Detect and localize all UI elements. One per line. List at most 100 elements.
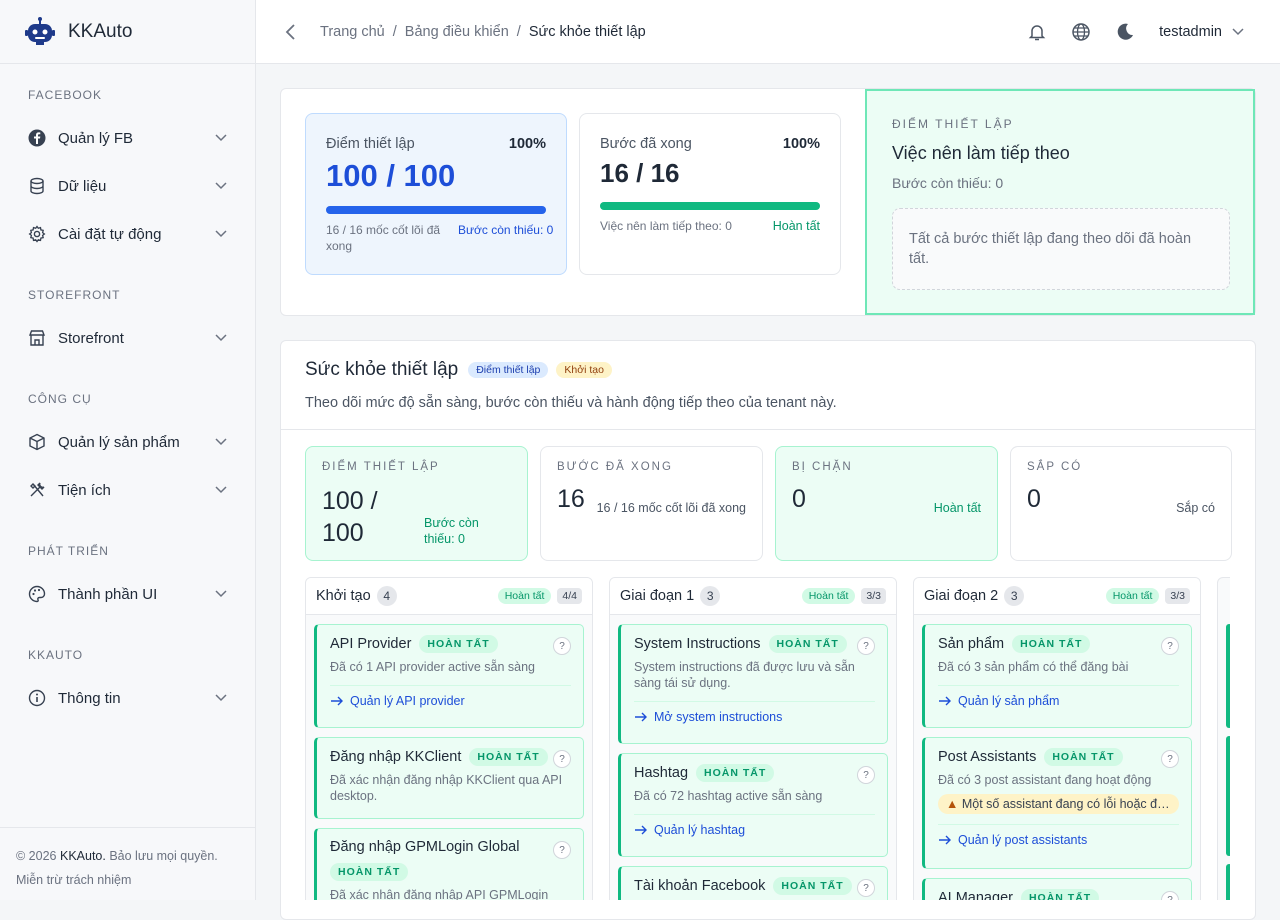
stat-value: 16 <box>557 485 585 513</box>
sidebar-item[interactable]: Tiện ích <box>0 466 255 514</box>
task-title: Hashtag <box>634 765 689 781</box>
next-eyebrow: ĐIỂM THIẾT LẬP <box>892 117 1014 131</box>
task-title: API Provider <box>330 636 412 652</box>
globe-icon[interactable] <box>1071 22 1091 42</box>
next-empty-state: Tất cả bước thiết lập đang theo dõi đã h… <box>892 208 1230 290</box>
score-tile: Điểm thiết lập 100% 100 / 100 16 / 16 mố… <box>305 113 567 275</box>
bell-icon[interactable] <box>1027 22 1047 42</box>
task-title: Đăng nhập KKClient <box>330 749 462 765</box>
chevron-down-icon <box>215 230 227 238</box>
help-icon[interactable]: ? <box>1161 750 1179 768</box>
task-action-link[interactable]: Quản lý API provider <box>330 694 571 708</box>
task-card[interactable]: Tài khoản Facebook HOÀN TẤT? <box>618 866 888 900</box>
task-action-link[interactable]: Quản lý post assistants <box>938 833 1179 847</box>
stat-side: Bước còn thiếu: 0 <box>424 516 479 546</box>
moon-icon[interactable] <box>1115 22 1135 42</box>
breadcrumb-dashboard[interactable]: Bảng điều khiển <box>405 24 509 40</box>
steps-label: Bước đã xong <box>600 136 692 152</box>
topbar: Trang chủ / Bảng điều khiển / Sức khỏe thi… <box>256 0 1280 64</box>
score-value: 100 / 100 <box>326 158 456 193</box>
task-action-link[interactable]: Quản lý hashtag <box>634 823 875 837</box>
task-action-link[interactable]: Quản lý sản phẩm <box>938 694 1179 708</box>
sidebar-item[interactable]: Thành phần UI <box>0 570 255 618</box>
stage-header: Khởi tạo 4 Hoàn tất 4/4 <box>306 578 592 615</box>
arrow-right-icon <box>939 696 951 706</box>
footer-brand: KKAuto. <box>59 849 106 863</box>
kanban-board: Khởi tạo 4 Hoàn tất 4/4 API Provider HOÀN TẤT… <box>281 577 1230 900</box>
tools-icon <box>28 481 46 499</box>
chevron-down-icon <box>215 134 227 142</box>
sidebar-item[interactable]: Quản lý sản phẩm <box>0 418 255 466</box>
task-status-tag: HOÀN TẤT <box>419 635 498 653</box>
arrow-right-icon <box>635 712 647 722</box>
chevron-down-icon <box>215 182 227 190</box>
chevron-down-icon <box>215 590 227 598</box>
box-icon <box>28 433 46 451</box>
stage-count: 4 <box>376 586 397 606</box>
stat-label: ĐIỂM THIẾT LẬP <box>322 461 440 473</box>
task-card[interactable]: Đăng nhập KKClient HOÀN TẤT Đã xác nhận đă… <box>314 737 584 819</box>
gear-icon <box>28 225 46 243</box>
disclaimer-link[interactable]: Miễn trừ trách nhiệm <box>16 868 239 892</box>
help-icon[interactable]: ? <box>857 637 875 655</box>
task-card[interactable]: AI Manager HOÀN TẤT? <box>922 878 1192 900</box>
app-name: KKAuto <box>68 20 133 42</box>
help-icon[interactable]: ? <box>553 750 571 768</box>
task-card[interactable]: Sản phẩm HOÀN TẤT Đã có 3 sản phẩm có thể … <box>922 624 1192 728</box>
task-status-tag: HOÀN TẤT <box>330 863 409 881</box>
chevron-down-icon <box>215 438 227 446</box>
sidebar-item[interactable]: Dữ liệu <box>0 162 255 210</box>
task-card[interactable]: API Provider HOÀN TẤT Đã có 1 API provider… <box>314 624 584 728</box>
task-description: Đã xác nhận đăng nhập API GPMLogin <box>330 888 549 900</box>
score-percent: 100% <box>508 136 546 152</box>
sidebar-item-label: Thông tin <box>58 689 121 707</box>
help-icon[interactable]: ? <box>1161 637 1179 655</box>
task-card[interactable]: Đăng nhập GPMLogin Global HOÀN TẤT Đã xác … <box>314 828 584 900</box>
help-icon[interactable]: ? <box>553 841 571 859</box>
task-warning: ▲ Một số assistant đang có lỗi hoặc đang… <box>938 794 1179 814</box>
task-card[interactable]: System Instructions HOÀN TẤT System instru… <box>618 624 888 744</box>
sidebar-item-label: Thành phần UI <box>58 585 158 603</box>
chevron-down-icon <box>215 486 227 494</box>
breadcrumb-home[interactable]: Trang chủ <box>320 24 385 40</box>
help-icon[interactable]: ? <box>857 766 875 784</box>
user-menu[interactable]: testadmin <box>1159 24 1244 40</box>
back-icon[interactable] <box>284 23 296 41</box>
breadcrumb: Trang chủ / Bảng điều khiển / Sức khỏe thi… <box>320 23 646 40</box>
stat-label: BỊ CHẶN <box>792 461 853 473</box>
task-description: Đã có 1 API provider active sẵn sàng <box>330 660 535 674</box>
sidebar-item[interactable]: Cài đặt tự động <box>0 210 255 258</box>
app-logo[interactable]: KKAuto <box>0 0 255 64</box>
rights-text: Bảo lưu mọi quyền. <box>109 849 218 863</box>
arrow-right-icon <box>635 825 647 835</box>
chevron-down-icon <box>215 694 227 702</box>
task-card[interactable]: Hashtag HOÀN TẤT Đã có 72 hashtag active s… <box>618 753 888 857</box>
arrow-right-icon <box>939 835 951 845</box>
stage-column: Khởi tạo 4 Hoàn tất 4/4 API Provider HOÀN TẤT… <box>305 577 593 900</box>
score-label: Điểm thiết lập <box>326 136 415 152</box>
chevron-down-icon <box>1232 27 1244 35</box>
sidebar-item[interactable]: Quản lý FB <box>0 114 255 162</box>
stage-title: Khởi tạo <box>316 588 371 604</box>
score-note: 16 / 16 mốc cốt lõi đã xong <box>326 223 441 253</box>
task-title: Sản phẩm <box>938 636 1005 652</box>
chevron-down-icon <box>215 334 227 342</box>
sidebar-item[interactable]: Thông tin <box>0 674 255 722</box>
sidebar-item[interactable]: Storefront <box>0 314 255 362</box>
copyright: © 2026 <box>16 849 57 863</box>
task-status-tag: HOÀN TẤT <box>768 635 847 653</box>
stage-status: Hoàn tất <box>497 588 552 604</box>
task-action-link[interactable]: Mở system instructions <box>634 710 875 724</box>
database-icon <box>28 177 46 195</box>
task-status-tag: HOÀN TẤT <box>1012 635 1091 653</box>
health-badge-init: Khởi tạo <box>556 362 612 378</box>
info-icon <box>28 689 46 707</box>
nav-section: STOREFRONT Storefront <box>0 288 255 362</box>
task-card[interactable]: Post Assistants HOÀN TẤT Đã có 3 post assi… <box>922 737 1192 869</box>
sidebar-item-label: Quản lý sản phẩm <box>58 433 180 451</box>
stage-fraction: 4/4 <box>557 588 582 604</box>
help-icon[interactable]: ? <box>553 637 571 655</box>
help-icon[interactable]: ? <box>857 879 875 897</box>
stage-status: Hoàn tất <box>1105 588 1160 604</box>
stat-blocked: BỊ CHẶN 0 Hoàn tất <box>775 446 998 561</box>
